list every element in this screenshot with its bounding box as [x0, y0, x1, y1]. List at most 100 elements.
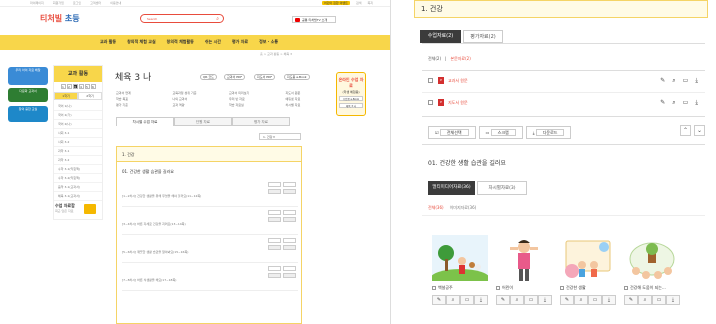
card-checkbox[interactable]: [496, 286, 500, 290]
search-icon[interactable]: ⌕: [672, 77, 675, 85]
resources-box[interactable]: 수업 자료함 최근 담은 자료: [55, 203, 75, 213]
nav-item[interactable]: 창의적 체험활동: [167, 39, 194, 45]
item-btn[interactable]: [268, 189, 281, 194]
folder-icon[interactable]: [84, 204, 96, 214]
semester-tab[interactable]: 2학기: [78, 92, 102, 100]
edit-icon[interactable]: ✎: [432, 295, 446, 305]
search-icon[interactable]: ⌕: [672, 99, 675, 107]
promo-banner[interactable]: 창의 융합 교실: [8, 106, 48, 122]
download-button[interactable]: ⤓ 다운로드: [525, 126, 572, 139]
item-btn[interactable]: [283, 189, 296, 194]
card-checkbox[interactable]: [560, 286, 564, 290]
meta-link[interactable]: 교과서 미리보기: [229, 91, 278, 95]
side-item[interactable]: 국어 2(나): [54, 120, 102, 129]
grade-button[interactable]: 4: [78, 84, 84, 89]
top-link[interactable]: 이용안내: [110, 1, 121, 5]
unit-header[interactable]: 1. 건강: [414, 0, 708, 18]
side-item[interactable]: 수학 3-1(익힘책): [54, 165, 102, 174]
item-btn[interactable]: [268, 182, 281, 187]
tab-lesson-materials[interactable]: 수업자료(2): [420, 30, 461, 43]
item-btn[interactable]: [283, 245, 296, 250]
edit-icon[interactable]: ✎: [660, 77, 665, 85]
meta-link[interactable]: 나의 교과서: [173, 97, 222, 101]
card-title[interactable]: 백설공주: [438, 285, 453, 291]
download-icon[interactable]: ⤓: [695, 77, 698, 85]
file-checkbox[interactable]: [428, 78, 433, 83]
tab-lesson-files[interactable]: 차시별자료(3): [477, 181, 527, 195]
side-item[interactable]: 과학 3-2: [54, 156, 102, 165]
guide-pdf-button[interactable]: 지도서 PDF: [254, 74, 276, 80]
download-icon[interactable]: ⤓: [666, 295, 680, 305]
top-link[interactable]: 고객센터: [90, 1, 101, 5]
top-right-link[interactable]: 검색: [356, 1, 362, 5]
tab-unit[interactable]: 단원 자료: [174, 117, 232, 126]
item-btn[interactable]: [283, 210, 296, 215]
meta-link[interactable]: 차시별 자료: [286, 103, 335, 107]
youtube-button[interactable]: 공통 티처빌TV 소개: [292, 16, 336, 23]
event-badge[interactable]: 어린이 집합 이벤트: [321, 1, 350, 5]
tab-lesson[interactable]: 차시별 수업 자료: [116, 117, 174, 126]
media-card[interactable]: 건강해 도움이 되는... ✎ ⌕ ▭ ⤓: [624, 235, 680, 305]
meta-link[interactable]: 학습 자료실: [229, 103, 278, 107]
item-btn[interactable]: [268, 217, 281, 222]
side-item[interactable]: 국어 2(가): [54, 111, 102, 120]
meta-link[interactable]: 평가 기준: [116, 103, 165, 107]
file-name[interactable]: 지도서 원문: [448, 100, 468, 106]
side-item[interactable]: 수학 3-2(익힘책): [54, 174, 102, 183]
folder-icon[interactable]: ▭: [588, 295, 602, 305]
grade-button[interactable]: 5: [84, 84, 90, 89]
edit-icon[interactable]: ✎: [560, 295, 574, 305]
item-btn[interactable]: [268, 210, 281, 215]
media-thumbnail[interactable]: [432, 235, 488, 281]
download-icon[interactable]: ⤓: [695, 99, 698, 107]
scrap-button[interactable]: ▭ 스크랩: [478, 126, 523, 139]
chevron-down-icon[interactable]: ⌄: [694, 125, 705, 136]
side-item[interactable]: 국어 1(나): [54, 102, 102, 111]
meta-link[interactable]: 우리 반 자료: [229, 97, 278, 101]
folder-icon[interactable]: ▭: [652, 295, 666, 305]
card-title[interactable]: 건강한 생활: [566, 285, 586, 291]
media-filter-all[interactable]: 전체(36): [428, 205, 444, 211]
search-icon[interactable]: ⌕: [510, 295, 524, 305]
unit-header[interactable]: 1. 건강: [117, 147, 301, 162]
download-icon[interactable]: ⤓: [538, 295, 552, 305]
meta-link[interactable]: 에듀넷 자료: [286, 97, 335, 101]
card-checkbox[interactable]: [624, 286, 628, 290]
top-link[interactable]: 마이페이지: [30, 1, 44, 5]
edit-icon[interactable]: ✎: [624, 295, 638, 305]
search-icon[interactable]: ⌕: [574, 295, 588, 305]
textbook-pdf-button[interactable]: 교과서 PDF: [224, 74, 246, 80]
meta-link[interactable]: 교과 역량: [173, 103, 222, 107]
promo-banner[interactable]: 우리 아이 자료 배달: [8, 67, 48, 85]
card-title[interactable]: 어린이: [502, 285, 513, 291]
meta-link[interactable]: 학습 목표: [116, 97, 165, 101]
item-btn[interactable]: [283, 238, 296, 243]
semester-tab[interactable]: 1학기: [54, 92, 78, 100]
top-link[interactable]: 회원가입: [53, 1, 64, 5]
search-icon[interactable]: ⌕: [446, 295, 460, 305]
top-right-link[interactable]: 쪽지: [367, 1, 373, 5]
search-icon[interactable]: ⌕: [638, 295, 652, 305]
nav-item[interactable]: 평가 자료: [232, 39, 248, 45]
meta-link[interactable]: 지도서 원문: [286, 91, 335, 95]
media-thumbnail[interactable]: [496, 235, 552, 281]
grade-button[interactable]: 2: [66, 84, 72, 89]
download-icon[interactable]: ⤓: [474, 295, 488, 305]
grade-button[interactable]: 1: [60, 84, 66, 89]
tab-multimedia[interactable]: 멀티미디어자료(36): [428, 181, 475, 195]
item-btn[interactable]: [268, 245, 281, 250]
grade-button[interactable]: 6: [90, 84, 96, 89]
search-icon[interactable]: ⌕: [216, 16, 219, 22]
chevron-up-icon[interactable]: ⌃: [680, 125, 691, 136]
search-input[interactable]: Search ⌕: [140, 14, 224, 23]
qr-button[interactable]: QR 코드: [200, 74, 217, 80]
nav-item[interactable]: 쉬는 시간: [205, 39, 221, 45]
side-item[interactable]: 음악 3-1(교과서): [54, 183, 102, 192]
ebook-link[interactable]: 수업용 e-Book: [339, 96, 363, 101]
side-item[interactable]: 사회 3-2: [54, 138, 102, 147]
side-item[interactable]: 사회 3-1: [54, 129, 102, 138]
card-checkbox[interactable]: [432, 286, 436, 290]
meta-link[interactable]: 교과서 연계: [116, 91, 165, 95]
folder-icon[interactable]: ▭: [683, 99, 689, 107]
tab-assessment[interactable]: 평가 자료: [232, 117, 290, 126]
